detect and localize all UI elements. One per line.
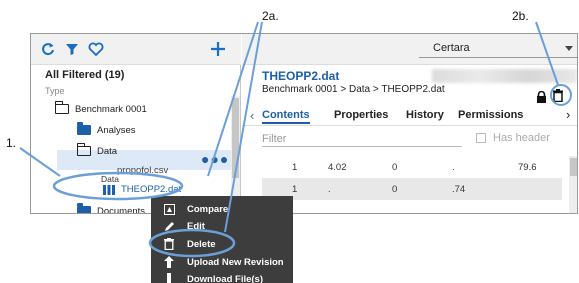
tree-item-documents[interactable]: Documents [77,202,146,214]
menu-item-label: Delete [187,238,216,250]
table-cell: .74 [452,184,466,195]
table-cell: 0 [392,162,398,173]
more-options-icon[interactable]: ●●● [201,152,229,166]
folder-icon [77,122,91,135]
table-cell: 0 [392,184,398,195]
tab-history[interactable]: History [406,109,444,121]
upload-arrow-icon [163,256,175,268]
tree-item-propofol[interactable]: propofol.csv [117,161,168,179]
file-title: THEOPP2.dat [262,69,340,83]
table-cell: 1 [292,184,298,195]
details-panel: Certara THEOPP2.dat Benchmark 0001 > Dat… [242,34,577,213]
menu-item-download[interactable]: Download File(s) [151,270,293,283]
menu-item-upload-revision[interactable]: Upload New Revision [151,253,293,271]
data-file-icon [103,184,115,195]
tree-item-label: Documents [97,205,146,214]
tree-item-analyses[interactable]: Analyses [77,121,136,139]
annotation-label-2b: 2b. [512,9,529,23]
chevron-down-icon [565,46,573,51]
tree-item-benchmark[interactable]: Benchmark 0001 [55,100,147,118]
pencil-icon [163,220,175,232]
table-row [262,200,562,213]
contents-filter-input[interactable] [262,131,462,147]
table-cell: 1 [292,162,298,173]
filter-result-title: All Filtered (19) [45,69,125,81]
organization-dropdown[interactable]: Certara [419,38,577,58]
tab-contents[interactable]: Contents [262,109,310,124]
folder-outline-icon [77,143,91,156]
context-menu: Compare Edit Delete Upload New Revision … [151,196,293,283]
table-cell: . [452,162,455,173]
type-column-label: Type [45,86,65,96]
trash-icon[interactable] [553,89,563,107]
menu-item-label: Upload New Revision [187,256,284,268]
table-row: 1 4.02 0 . 79.6 [262,156,562,178]
trash-icon [163,238,175,250]
menu-item-compare[interactable]: Compare [151,200,293,218]
tree-item-label: propofol.csv [117,164,169,176]
refresh-icon[interactable] [39,40,57,58]
scrollbar-thumb[interactable] [232,98,239,178]
table-row: 1 . 0 .74 [262,178,562,200]
dropdown-value: Certara [433,42,470,54]
has-header-label: Has header [493,132,550,144]
tree-item-label: Analyses [97,124,136,136]
menu-item-label: Edit [187,220,205,232]
tree-item-label: Data [97,145,118,157]
details-toolbar: Certara [242,34,577,65]
chevron-right-icon[interactable]: › [566,107,570,122]
chevron-left-icon[interactable]: ‹ [250,108,254,123]
detail-tabs: ‹ Contents Properties History Permission… [242,106,577,126]
menu-item-delete[interactable]: Delete [151,235,293,253]
tree-item-label: Benchmark 0001 [75,103,147,115]
application-window: All Filtered (19) Type Benchmark 0001 An… [30,33,578,214]
table-cell: . [328,184,331,195]
has-header-toggle[interactable]: Has header [476,132,550,144]
favorite-heart-icon[interactable] [87,40,105,58]
table-scrollbar[interactable] [569,156,577,213]
tab-properties[interactable]: Properties [334,109,388,121]
filter-icon[interactable] [63,40,81,58]
compare-icon [163,203,175,215]
redacted-info [432,69,577,83]
table-cell: 79.6 [518,162,537,173]
menu-item-edit[interactable]: Edit [151,217,293,235]
menu-item-label: Compare [187,203,229,215]
folder-icon [77,203,91,213]
folder-outline-icon [55,101,69,114]
add-icon[interactable] [209,40,227,58]
menu-item-label: Download File(s) [187,273,263,283]
has-header-checkbox[interactable] [476,133,486,143]
tree-item-label: THEOPP2.dat [121,183,182,195]
download-arrow-icon [163,273,175,283]
table-cell: 4.02 [328,162,347,173]
tab-permissions[interactable]: Permissions [458,109,523,121]
tree-item-data[interactable]: Data [77,142,117,160]
breadcrumb: Benchmark 0001 > Data > THEOPP2.dat [262,84,445,95]
library-panel: All Filtered (19) Type Benchmark 0001 An… [31,34,241,214]
library-toolbar [31,34,241,65]
annotation-label-2a: 2a. [262,9,279,23]
annotation-label-1: 1. [6,136,17,150]
scrollbar-thumb[interactable] [570,158,577,176]
